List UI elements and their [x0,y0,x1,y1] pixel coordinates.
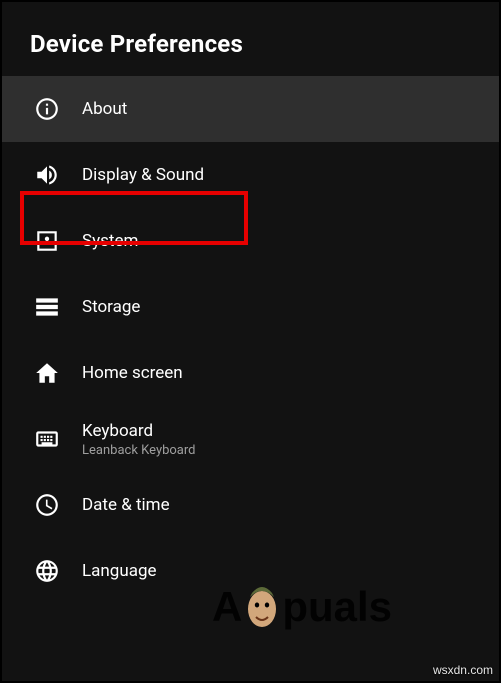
list-item-labels: About [82,99,127,119]
list-item-label: Display & Sound [82,165,204,185]
list-item-label: Language [82,561,157,581]
page-title: Device Preferences [30,30,471,58]
list-item-keyboard[interactable]: Keyboard Leanback Keyboard [2,406,499,472]
list-item-labels: Storage [82,297,140,317]
watermark-site: wsxdn.com [433,663,493,677]
list-item-language[interactable]: Language [2,538,499,604]
list-item-label: System [82,231,138,251]
system-icon [34,228,60,254]
list-item-label: About [82,99,127,119]
list-item-system[interactable]: System [2,208,499,274]
keyboard-icon [34,426,60,452]
list-item-labels: Date & time [82,495,170,515]
list-item-labels: Keyboard Leanback Keyboard [82,421,196,458]
list-item-label: Storage [82,297,140,317]
list-item-date-time[interactable]: Date & time [2,472,499,538]
list-item-labels: Display & Sound [82,165,204,185]
list-item-labels: Home screen [82,363,183,383]
info-icon [34,96,60,122]
list-item-label: Home screen [82,363,183,383]
settings-list: About Display & Sound System Sto [2,76,499,604]
device-preferences-screen: Device Preferences About Display & Sound [0,0,501,683]
list-item-label: Keyboard [82,421,196,441]
list-item-labels: System [82,231,138,251]
home-icon [34,360,60,386]
header: Device Preferences [2,2,499,76]
language-icon [34,558,60,584]
storage-icon [34,294,60,320]
volume-icon [34,162,60,188]
list-item-display-sound[interactable]: Display & Sound [2,142,499,208]
list-item-sublabel: Leanback Keyboard [82,443,196,458]
list-item-label: Date & time [82,495,170,515]
clock-icon [34,492,60,518]
list-item-home-screen[interactable]: Home screen [2,340,499,406]
list-item-about[interactable]: About [2,76,499,142]
list-item-labels: Language [82,561,157,581]
list-item-storage[interactable]: Storage [2,274,499,340]
